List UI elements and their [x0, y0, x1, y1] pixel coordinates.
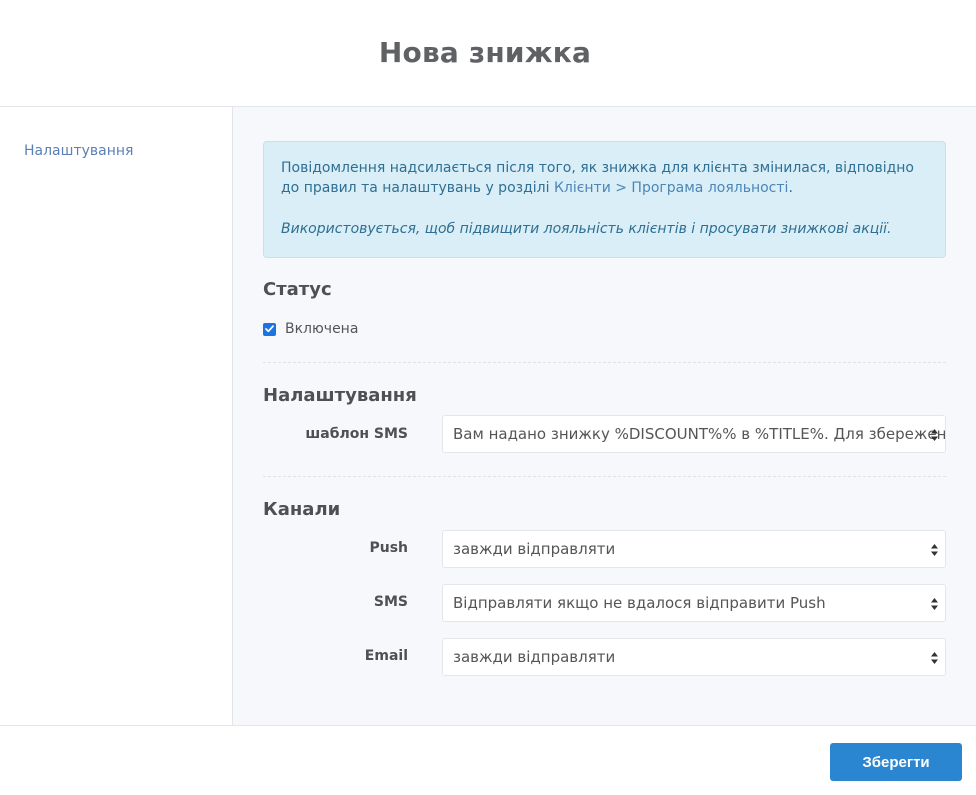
- page-title: Нова знижка: [378, 36, 592, 69]
- push-channel-select[interactable]: завжди відправляти: [442, 530, 946, 568]
- footer: Зберегти: [0, 725, 976, 795]
- channels-section-title: Канали: [263, 499, 341, 520]
- divider: [263, 362, 946, 363]
- info-period: .: [788, 180, 793, 196]
- sort-arrows-icon: [931, 544, 938, 556]
- enabled-checkbox-label: Включена: [285, 321, 359, 337]
- settings-section-title: Налаштування: [263, 385, 417, 406]
- sort-arrows-icon: [931, 598, 938, 610]
- sms-template-select[interactable]: Вам надано знижку %DISCOUNT%% в %TITLE%.…: [442, 415, 946, 453]
- checkmark-icon: [265, 325, 274, 333]
- main-content: Повідомлення надсилається після того, як…: [233, 107, 976, 725]
- enabled-checkbox[interactable]: [263, 322, 276, 336]
- info-alert: Повідомлення надсилається після того, як…: [263, 141, 946, 258]
- push-label: Push: [369, 540, 408, 556]
- page-header: Нова знижка: [0, 0, 976, 107]
- email-channel-value: завжди відправляти: [453, 648, 616, 666]
- sidebar: Налаштування: [0, 107, 233, 725]
- info-usage-text: Використовується, щоб підвищити лояльніс…: [281, 221, 892, 237]
- sort-arrows-icon: [931, 429, 938, 441]
- email-channel-select[interactable]: завжди відправляти: [442, 638, 946, 676]
- loyalty-program-link[interactable]: Клієнти > Програма лояльності: [554, 180, 789, 196]
- sms-channel-value: Відправляти якщо не вдалося відправити P…: [453, 594, 826, 612]
- sms-template-label: шаблон SMS: [305, 426, 408, 442]
- email-label: Email: [364, 648, 408, 664]
- sidebar-item-settings[interactable]: Налаштування: [24, 143, 133, 159]
- sms-channel-select[interactable]: Відправляти якщо не вдалося відправити P…: [442, 584, 946, 622]
- info-text-paragraph: Повідомлення надсилається після того, як…: [281, 158, 928, 198]
- push-channel-value: завжди відправляти: [453, 540, 616, 558]
- sms-label: SMS: [373, 594, 408, 610]
- status-section-title: Статус: [263, 279, 332, 300]
- save-button[interactable]: Зберегти: [830, 743, 962, 781]
- sort-arrows-icon: [931, 652, 938, 664]
- sms-template-value: Вам надано знижку %DISCOUNT%% в %TITLE%.…: [453, 425, 946, 443]
- divider: [263, 476, 946, 477]
- enabled-checkbox-row[interactable]: Включена: [263, 320, 358, 338]
